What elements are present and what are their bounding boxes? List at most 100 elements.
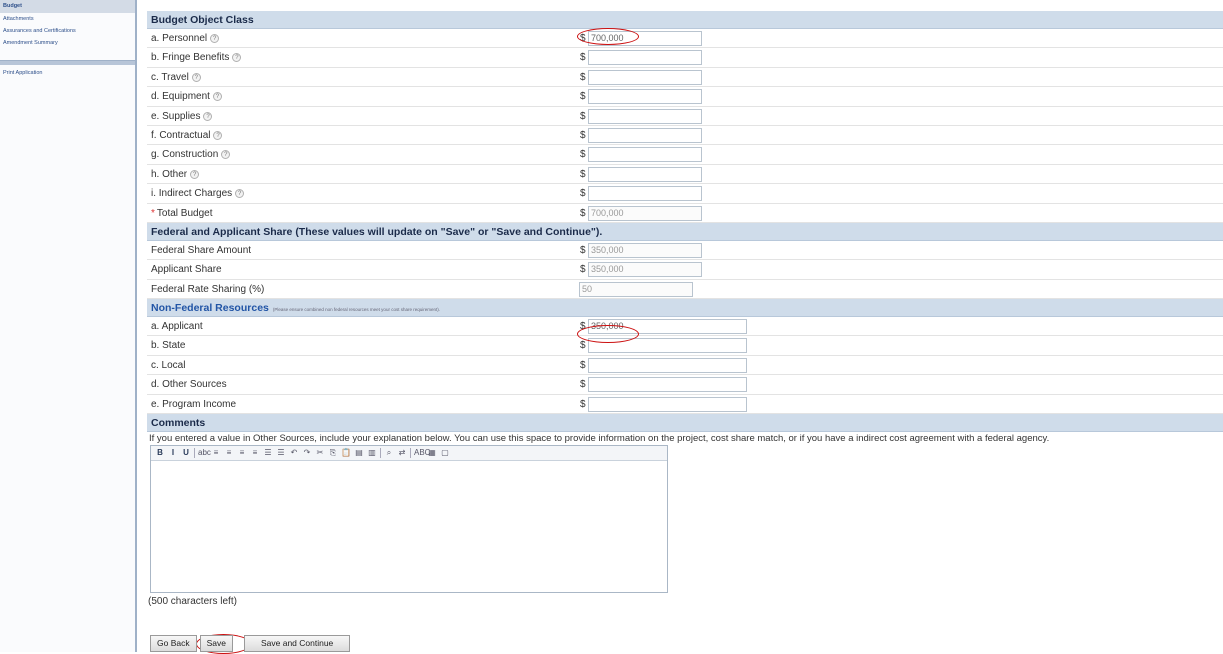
paste-word-icon[interactable]: ▥ xyxy=(367,448,377,458)
help-icon[interactable]: ? xyxy=(235,189,245,199)
save-and-continue-button[interactable]: Save and Continue xyxy=(243,635,351,652)
source-icon[interactable]: ▢ xyxy=(440,448,450,458)
non-federal-other-sources-row: d. Other Sources $ xyxy=(147,375,1223,395)
indirect-charges-amount-input[interactable] xyxy=(588,186,702,202)
toolbar-separator xyxy=(380,448,381,459)
spellcheck-icon[interactable]: ABC xyxy=(414,448,430,458)
help-icon[interactable]: ? xyxy=(213,130,223,140)
construction-label: g. Construction? xyxy=(151,149,231,160)
non-federal-program-income-label: e. Program Income xyxy=(151,398,237,410)
construction-row: g. Construction? $ xyxy=(147,145,1223,165)
sidebar-item-budget[interactable]: Budget xyxy=(0,0,135,13)
sidebar-item-attachments[interactable]: Attachments xyxy=(0,13,135,25)
fringe-benefits-label: b. Fringe Benefits? xyxy=(151,52,242,63)
sidebar-item-amendment-summary[interactable]: Amendment Summary xyxy=(0,37,135,49)
help-icon[interactable]: ? xyxy=(203,111,213,121)
bullet-list-icon[interactable]: ☰ xyxy=(263,448,273,458)
currency-symbol: $ xyxy=(580,398,586,410)
currency-symbol: $ xyxy=(580,149,586,161)
copy-icon[interactable]: ⎘ xyxy=(328,448,338,458)
currency-symbol: $ xyxy=(580,188,586,200)
applicant-share-row: Applicant Share $ 350,000 xyxy=(147,260,1223,280)
personnel-label: a. Personnel? xyxy=(151,33,220,44)
construction-amount-input[interactable] xyxy=(588,147,702,163)
federal-share-row: Federal Share Amount $ 350,000 xyxy=(147,241,1223,261)
help-icon[interactable]: ? xyxy=(191,72,201,82)
italic-icon[interactable]: I xyxy=(168,448,178,458)
paste-text-icon[interactable]: ▤ xyxy=(354,448,364,458)
travel-row: c. Travel? $ xyxy=(147,68,1223,88)
section-header-non-federal-resources: Non-Federal Resources (Please ensure comb… xyxy=(147,299,1223,318)
justify-icon[interactable]: ≡ xyxy=(250,448,260,458)
find-icon[interactable]: ⌕ xyxy=(384,448,394,458)
total-budget-label: * Total Budget xyxy=(151,208,213,219)
equipment-label-text: d. Equipment xyxy=(151,91,210,103)
undo-icon[interactable]: ↶ xyxy=(289,448,299,458)
contractual-label-text: f. Contractual xyxy=(151,129,211,141)
replace-icon[interactable]: ⇄ xyxy=(397,448,407,458)
help-icon[interactable]: ? xyxy=(221,150,231,160)
other-label: h. Other? xyxy=(151,168,200,180)
sidebar-divider xyxy=(0,60,135,65)
help-icon[interactable]: ? xyxy=(232,53,242,63)
non-federal-other-sources-input[interactable] xyxy=(588,377,747,393)
comments-textarea[interactable] xyxy=(151,461,667,592)
non-federal-local-input[interactable] xyxy=(588,357,747,373)
federal-rate-label: Federal Rate Sharing (%) xyxy=(151,283,265,295)
indirect-charges-row: i. Indirect Charges? $ xyxy=(147,184,1223,204)
redo-icon[interactable]: ↷ xyxy=(302,448,312,458)
currency-symbol: $ xyxy=(580,264,586,276)
numbered-list-icon[interactable]: ☰ xyxy=(276,448,286,458)
paste-icon[interactable]: 📋 xyxy=(341,448,351,458)
federal-share-field: 350,000 xyxy=(588,242,702,258)
fringe-benefits-amount-input[interactable] xyxy=(588,50,702,66)
section-header-comments: Comments xyxy=(147,414,1223,433)
cut-icon[interactable]: ✂ xyxy=(315,448,325,458)
travel-amount-input[interactable] xyxy=(588,69,702,85)
supplies-label: e. Supplies? xyxy=(151,110,213,122)
supplies-label-text: e. Supplies xyxy=(151,110,201,122)
required-marker: * xyxy=(151,207,155,219)
currency-symbol: $ xyxy=(580,244,586,256)
equipment-amount-input[interactable] xyxy=(588,89,702,105)
contractual-label: f. Contractual? xyxy=(151,129,223,141)
non-federal-state-input[interactable] xyxy=(588,338,747,354)
non-federal-applicant-label: a. Applicant xyxy=(151,321,203,333)
supplies-amount-input[interactable] xyxy=(588,108,702,124)
federal-rate-row: Federal Rate Sharing (%) 50 xyxy=(147,280,1223,300)
contractual-amount-input[interactable] xyxy=(588,127,702,143)
comments-editor[interactable]: B I Uabc ≡ ≡ ≡ ≡ ☰ ☰ ↶ ↷ ✂ ⎘ 📋 ▤ ▥ ⌕ ⇄ ABC ▦ ▢ xyxy=(150,445,668,594)
strikethrough-icon[interactable]: abc xyxy=(198,448,211,458)
comments-hint: If you entered a value in Other Sources,… xyxy=(149,433,1050,445)
non-federal-applicant-input[interactable]: 350,000 xyxy=(588,319,747,335)
form-buttons: Go Back Save Save and Continue xyxy=(150,635,353,652)
currency-symbol: $ xyxy=(580,359,586,371)
help-icon[interactable]: ? xyxy=(190,169,200,179)
table-icon[interactable]: ▦ xyxy=(427,448,437,458)
save-button[interactable]: Save xyxy=(199,635,233,652)
sidebar-item-print-application[interactable]: Print Application xyxy=(0,67,135,79)
underline-icon[interactable]: U xyxy=(181,448,191,458)
align-right-icon[interactable]: ≡ xyxy=(237,448,247,458)
federal-share-label: Federal Share Amount xyxy=(151,244,252,256)
total-budget-row: * Total Budget $ 700,000 xyxy=(147,204,1223,223)
currency-symbol: $ xyxy=(580,321,586,333)
applicant-share-field: 350,000 xyxy=(588,262,702,278)
other-amount-input[interactable] xyxy=(588,166,702,182)
currency-symbol: $ xyxy=(580,52,586,64)
toolbar-separator xyxy=(194,448,195,459)
bold-icon[interactable]: B xyxy=(155,448,165,458)
travel-label-text: c. Travel xyxy=(151,71,189,83)
non-federal-program-income-input[interactable] xyxy=(588,396,747,412)
personnel-amount-input[interactable]: 700,000 xyxy=(588,31,702,46)
align-center-icon[interactable]: ≡ xyxy=(224,448,234,458)
travel-label: c. Travel? xyxy=(151,72,201,83)
other-label-text: h. Other xyxy=(151,168,188,180)
total-budget-text: Total Budget xyxy=(156,207,213,219)
go-back-button[interactable]: Go Back xyxy=(150,635,197,652)
sidebar-item-assurances[interactable]: Assurances and Certifications xyxy=(0,25,135,37)
help-icon[interactable]: ? xyxy=(212,92,222,102)
align-left-icon[interactable]: ≡ xyxy=(211,448,221,458)
help-icon[interactable]: ? xyxy=(210,34,220,43)
non-federal-note: (Please ensure combined non federal reso… xyxy=(272,307,440,313)
